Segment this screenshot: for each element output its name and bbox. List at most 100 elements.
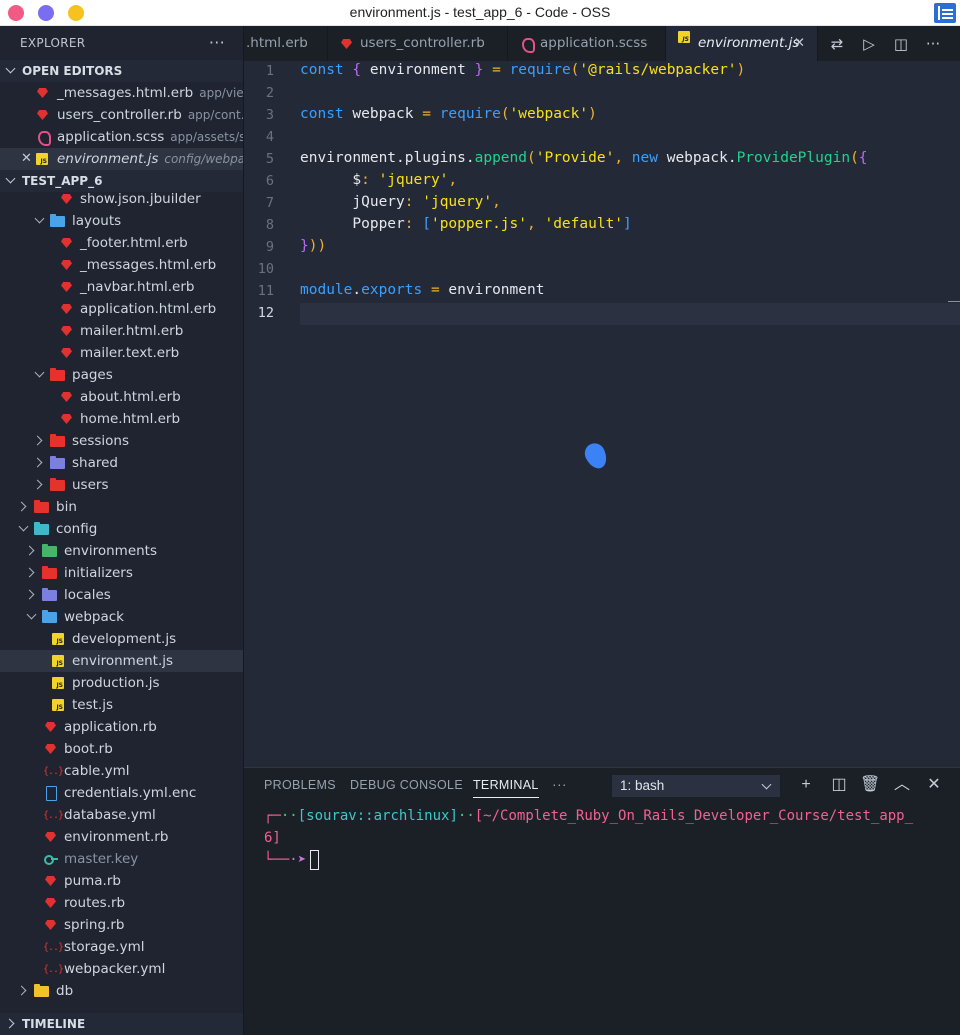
tree-item-label: application.rb bbox=[64, 719, 157, 735]
tree-item-users[interactable]: users bbox=[0, 474, 243, 496]
tree-item-about-html-erb[interactable]: about.html.erb bbox=[0, 386, 243, 408]
code-line[interactable]: $: 'jquery', bbox=[300, 172, 457, 188]
code-line[interactable]: environment.plugins.append('Provide', ne… bbox=[300, 150, 868, 166]
tree-item-pages[interactable]: pages bbox=[0, 364, 243, 386]
project-section[interactable]: TEST_APP_6 bbox=[0, 170, 243, 192]
trash-icon[interactable]: 🗑 bbox=[860, 775, 880, 795]
timeline-section[interactable]: TIMELINE bbox=[0, 1013, 243, 1035]
tree-item-mailer-html-erb[interactable]: mailer.html.erb bbox=[0, 320, 243, 342]
chevron-right-icon[interactable] bbox=[18, 980, 30, 1002]
chevron-right-icon[interactable] bbox=[26, 540, 38, 562]
tree-item-cable-yml[interactable]: cable.yml bbox=[0, 760, 243, 783]
close-panel-icon[interactable]: ✕ bbox=[924, 775, 944, 795]
code-line[interactable]: Popper: ['popper.js', 'default'] bbox=[300, 216, 631, 232]
tree-item-layouts[interactable]: layouts bbox=[0, 210, 243, 232]
tab-terminal[interactable]: TERMINAL bbox=[473, 778, 539, 798]
tree-item-label: mailer.text.erb bbox=[80, 345, 180, 361]
chevron-right-icon[interactable] bbox=[34, 474, 46, 496]
tree-item-boot-rb[interactable]: boot.rb bbox=[0, 738, 243, 760]
chevron-right-icon[interactable] bbox=[26, 584, 38, 606]
tree-item-bin[interactable]: bin bbox=[0, 496, 243, 518]
tab-application-scss[interactable]: application.scss bbox=[508, 26, 666, 61]
tab-debug-console[interactable]: DEBUG CONSOLE bbox=[350, 778, 463, 792]
chevron-right-icon[interactable] bbox=[34, 452, 46, 474]
close-tab-icon[interactable]: ✕ bbox=[794, 26, 805, 61]
ruby-file-icon bbox=[44, 742, 58, 756]
open-editor-item[interactable]: _messages.html.erb app/vie... bbox=[0, 82, 243, 104]
tree-item-config[interactable]: config bbox=[0, 518, 243, 540]
open-editor-item[interactable]: application.scss app/assets/s... bbox=[0, 126, 243, 148]
tab-label: environment.js bbox=[698, 35, 800, 51]
tab-environment-js[interactable]: environment.js ✕ bbox=[666, 26, 818, 61]
folder-icon bbox=[50, 456, 65, 470]
code-editor[interactable]: 1 const { environment } = require('@rails… bbox=[244, 61, 960, 767]
open-editor-path: app/cont... bbox=[187, 108, 243, 122]
folder-icon bbox=[42, 588, 57, 602]
terminal-select[interactable]: 1: bash bbox=[612, 775, 780, 797]
tree-item-database-yml[interactable]: database.yml bbox=[0, 804, 243, 827]
split-editor-icon[interactable]: ◫ bbox=[892, 35, 910, 53]
tree-item-locales[interactable]: locales bbox=[0, 584, 243, 606]
tree-item-mailer-text-erb[interactable]: mailer.text.erb bbox=[0, 342, 243, 364]
tree-item-spring-rb[interactable]: spring.rb bbox=[0, 914, 243, 936]
tab-problems[interactable]: PROBLEMS bbox=[264, 778, 336, 792]
tree-item-storage-yml[interactable]: storage.yml bbox=[0, 936, 243, 959]
open-editor-item[interactable]: users_controller.rb app/cont... bbox=[0, 104, 243, 126]
tree-item-puma-rb[interactable]: puma.rb bbox=[0, 870, 243, 892]
chevron-right-icon[interactable] bbox=[18, 496, 30, 518]
close-editor-icon[interactable]: ✕ bbox=[21, 148, 32, 170]
editor-tab-bar: .html.erb users_controller.rb applicatio… bbox=[244, 26, 960, 61]
chevron-right-icon[interactable] bbox=[34, 430, 46, 452]
tab-html-erb[interactable]: .html.erb bbox=[244, 26, 328, 61]
tree-item-master-key[interactable]: master.key bbox=[0, 848, 243, 870]
tree-item-shared[interactable]: shared bbox=[0, 452, 243, 474]
open-editor-label: application.scss bbox=[57, 129, 165, 145]
tree-item-webpacker-yml[interactable]: webpacker.yml bbox=[0, 958, 243, 981]
tree-item-application-html-erb[interactable]: application.html.erb bbox=[0, 298, 243, 320]
tree-item-webpack[interactable]: webpack bbox=[0, 606, 243, 628]
tree-item-initializers[interactable]: initializers bbox=[0, 562, 243, 584]
tree-item-test-js[interactable]: test.js bbox=[0, 694, 243, 716]
tree-item-routes-rb[interactable]: routes.rb bbox=[0, 892, 243, 914]
terminal-output[interactable]: ┌─··[sourav::archlinux]··[~/Complete_Rub… bbox=[264, 805, 913, 871]
tree-item-application-rb[interactable]: application.rb bbox=[0, 716, 243, 738]
tree-item-navbar-html-erb[interactable]: _navbar.html.erb bbox=[0, 276, 243, 298]
code-line[interactable]: })) bbox=[300, 238, 326, 254]
tree-item-environment-rb[interactable]: environment.rb bbox=[0, 826, 243, 848]
tree-item-label: layouts bbox=[72, 213, 122, 229]
chevron-right-icon[interactable] bbox=[26, 562, 38, 584]
tree-item-sessions[interactable]: sessions bbox=[0, 430, 243, 452]
code-line[interactable]: const webpack = require('webpack') bbox=[300, 106, 597, 122]
more-actions-icon[interactable]: ··· bbox=[924, 35, 942, 53]
chevron-down-icon[interactable] bbox=[18, 518, 30, 540]
chevron-down-icon[interactable] bbox=[34, 210, 46, 232]
tree-item-credentials-yml-enc[interactable]: credentials.yml.enc bbox=[0, 782, 243, 804]
prompt-dot: · bbox=[289, 852, 298, 868]
open-editor-item-active[interactable]: ✕ environment.js config/webpa... bbox=[0, 148, 243, 170]
tree-item-messages-html-erb[interactable]: _messages.html.erb bbox=[0, 254, 243, 276]
code-line[interactable]: jQuery: 'jquery', bbox=[300, 194, 500, 210]
split-terminal-icon[interactable]: ◫ bbox=[829, 775, 849, 795]
chevron-down-icon[interactable] bbox=[26, 606, 38, 628]
tree-item-environments[interactable]: environments bbox=[0, 540, 243, 562]
tree-item-footer-html-erb[interactable]: _footer.html.erb bbox=[0, 232, 243, 254]
tree-item-production-js[interactable]: production.js bbox=[0, 672, 243, 694]
tree-item-home-html-erb[interactable]: home.html.erb bbox=[0, 408, 243, 430]
tree-item-development-js[interactable]: development.js bbox=[0, 628, 243, 650]
terminal-user-host: [sourav::archlinux] bbox=[297, 808, 458, 824]
tab-users-controller[interactable]: users_controller.rb bbox=[328, 26, 508, 61]
source-control-compare-icon[interactable]: ⇄ bbox=[828, 35, 846, 53]
maximize-panel-icon[interactable]: ︿ bbox=[892, 775, 912, 795]
panel-more-icon[interactable]: ··· bbox=[552, 776, 567, 792]
chevron-down-icon[interactable] bbox=[34, 364, 46, 386]
new-terminal-icon[interactable]: + bbox=[796, 775, 816, 795]
code-line[interactable]: module.exports = environment bbox=[300, 282, 544, 298]
more-actions-icon[interactable]: ··· bbox=[209, 26, 225, 60]
tree-item-show-json-jbuilder[interactable]: show.json.jbuilder bbox=[0, 192, 243, 210]
tree-item-db[interactable]: db bbox=[0, 980, 243, 1002]
tree-item-environment-js[interactable]: environment.js bbox=[0, 650, 243, 672]
code-line[interactable]: const { environment } = require('@rails/… bbox=[300, 62, 745, 78]
run-icon[interactable]: ▷ bbox=[860, 35, 878, 53]
open-editors-section[interactable]: OPEN EDITORS bbox=[0, 60, 243, 82]
ruby-file-icon bbox=[60, 324, 74, 338]
